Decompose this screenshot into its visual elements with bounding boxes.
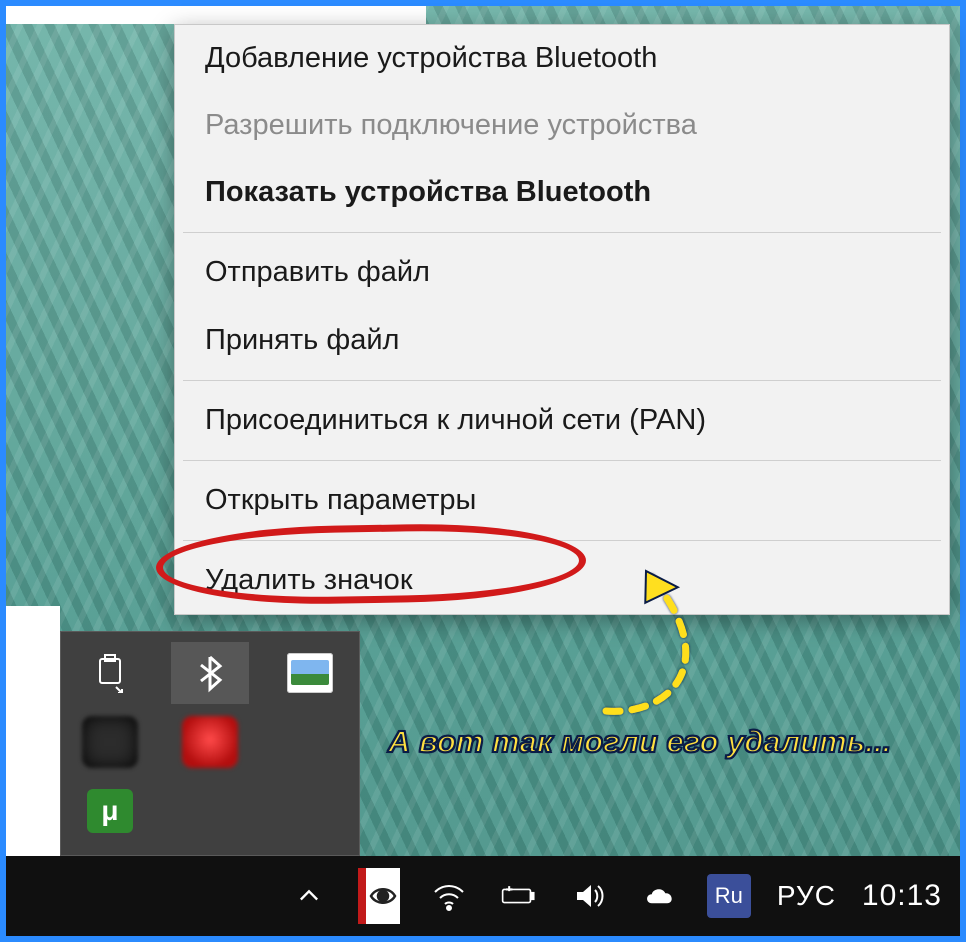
language-badge[interactable]: Ru xyxy=(707,856,751,936)
context-menu-separator xyxy=(183,232,941,233)
context-menu-item[interactable]: Добавление устройства Bluetooth xyxy=(175,25,949,92)
eye-app-icon[interactable] xyxy=(357,856,401,936)
context-menu-separator xyxy=(183,380,941,381)
context-menu-item[interactable]: Удалить значок xyxy=(175,547,949,614)
tray-chevron-up-icon[interactable] xyxy=(287,856,331,936)
battery-charging-icon[interactable] xyxy=(497,856,541,936)
screenshot-frame: Добавление устройства BluetoothРазрешить… xyxy=(0,0,966,942)
window-chrome-strip xyxy=(6,6,426,24)
onedrive-icon[interactable] xyxy=(637,856,681,936)
context-menu-item[interactable]: Отправить файл xyxy=(175,239,949,306)
utorrent-icon[interactable]: μ xyxy=(71,780,149,842)
input-language[interactable]: РУС xyxy=(777,880,836,912)
context-menu-item[interactable]: Принять файл xyxy=(175,307,949,374)
context-menu-separator xyxy=(183,540,941,541)
bluetooth-icon[interactable] xyxy=(171,642,249,704)
wifi-icon[interactable] xyxy=(427,856,471,936)
window-chrome-side xyxy=(6,606,60,856)
taskbar-clock[interactable]: 10:13 xyxy=(862,879,942,913)
context-menu-item: Разрешить подключение устройства xyxy=(175,92,949,159)
context-menu-separator xyxy=(183,460,941,461)
context-menu-item[interactable]: Открыть параметры xyxy=(175,467,949,534)
context-menu-item[interactable]: Присоединиться к личной сети (PAN) xyxy=(175,387,949,454)
system-tray-overflow[interactable]: μ xyxy=(60,631,360,856)
annotation-text: А вот так могли его удалить... xyxy=(388,724,891,760)
photos-icon[interactable] xyxy=(271,642,349,704)
usb-eject-icon[interactable] xyxy=(71,642,149,704)
bluetooth-context-menu: Добавление устройства BluetoothРазрешить… xyxy=(174,24,950,615)
taskbar: Ru РУС 10:13 xyxy=(6,856,960,936)
app-icon-dark[interactable] xyxy=(71,711,149,773)
context-menu-item[interactable]: Показать устройства Bluetooth xyxy=(175,159,949,226)
recorder-icon[interactable] xyxy=(171,711,249,773)
volume-icon[interactable] xyxy=(567,856,611,936)
